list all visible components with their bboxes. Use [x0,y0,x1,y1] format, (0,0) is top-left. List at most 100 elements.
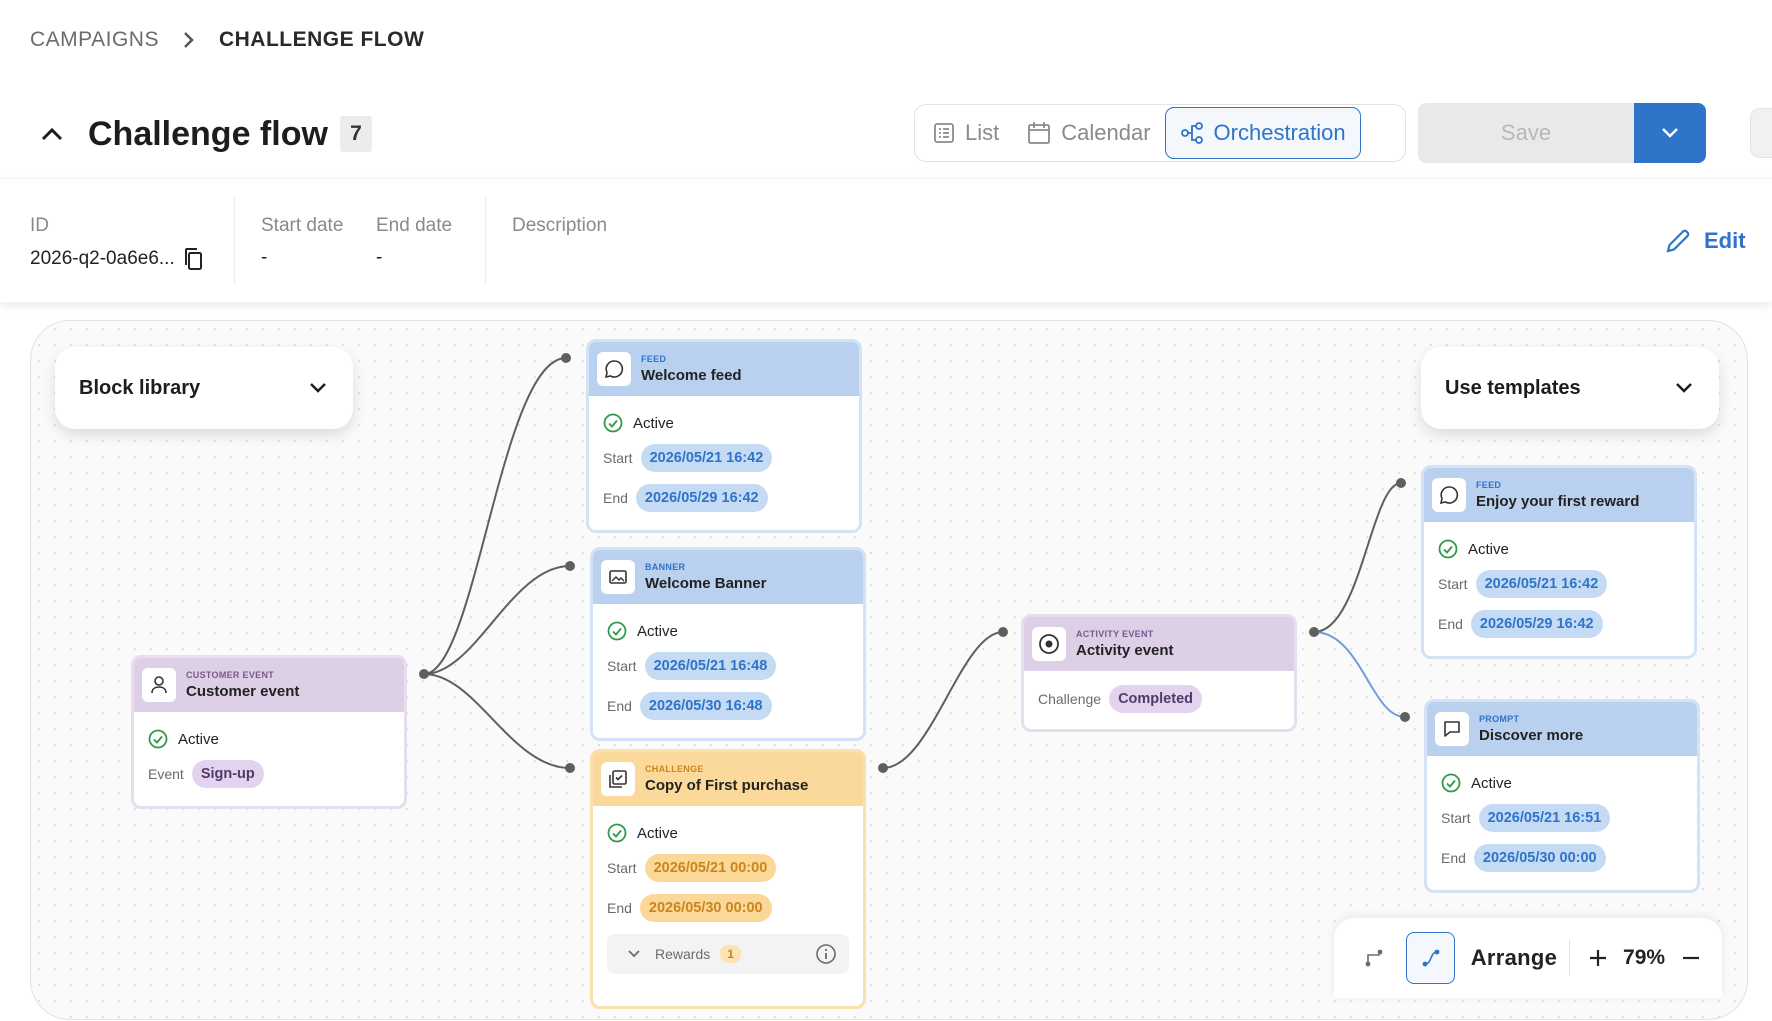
page-header: Challenge flow 7 [30,104,372,164]
copy-icon[interactable] [183,247,203,271]
canvas-toolbar: Arrange 79% [1334,918,1722,998]
edit-button-label: Edit [1704,228,1746,253]
node-type: BANNER [645,562,686,572]
image-icon [601,560,635,594]
block-library-label: Block library [79,376,201,399]
description-field: Description [512,215,607,237]
node-name: Customer event [186,683,300,700]
node-type: PROMPT [1479,714,1520,724]
end-date-pill: 2026/05/30 00:00 [1473,844,1606,872]
node-reward-feed[interactable]: FEED Enjoy your first reward Active Star… [1421,465,1697,659]
curved-connector-button[interactable] [1406,932,1455,984]
node-welcome-feed[interactable]: FEED Welcome feed Active Start 2026/05/21… [586,339,862,533]
save-button[interactable]: Save [1418,103,1634,163]
id-label: ID [30,215,49,236]
use-templates-dropdown[interactable]: Use templates [1421,347,1719,429]
tab-calendar[interactable]: Calendar [1013,107,1164,159]
divider [485,197,486,285]
chevron-down-icon [310,383,326,393]
end-label: End [1438,616,1463,632]
kv-label: Challenge [1038,691,1102,707]
start-label: Start [1441,810,1471,826]
end-date-value: - [376,247,383,268]
node-type: CHALLENGE [645,764,704,774]
end-date-pill: 2026/05/30 00:00 [639,894,772,922]
zoom-level: 79% [1623,946,1666,969]
node-activity-event[interactable]: ACTIVITY EVENT Activity event Challenge … [1021,614,1297,732]
tab-orchestration[interactable]: Orchestration [1164,107,1361,159]
breadcrumb-current: CHALLENGE FLOW [218,28,425,51]
calendar-icon [1028,122,1051,144]
info-icon[interactable] [815,943,837,965]
straight-connector-button[interactable] [1350,932,1398,984]
end-date-pill: 2026/05/30 16:48 [639,692,772,720]
breadcrumb-campaigns-link[interactable]: CAMPAIGNS [30,28,159,52]
pencil-icon [1666,229,1690,253]
chevron-up-icon [41,127,63,141]
view-switch: List Calendar Orchestration [914,104,1406,162]
breadcrumb: CAMPAIGNS CHALLENGE FLOW [30,28,424,52]
collapse-button[interactable] [30,112,74,156]
node-type: CUSTOMER EVENT [186,670,275,680]
check-circle-icon [1441,773,1461,793]
checklist-icon [601,762,635,796]
flow-canvas[interactable]: Block library Use templates CUSTOMER EVE… [30,320,1748,1020]
node-status: Active [178,730,219,748]
connector-challenge-to-activity [882,631,1004,769]
description-label: Description [512,215,608,236]
check-circle-icon [607,823,627,843]
zoom-in-button[interactable] [1582,932,1613,984]
start-date-pill: 2026/05/21 16:48 [644,652,777,680]
arrange-button[interactable]: Arrange [1471,945,1557,971]
save-options-button[interactable] [1634,103,1706,163]
minus-icon [1682,956,1699,960]
rewards-expander[interactable]: Rewards 1 [607,934,849,974]
count-badge: 7 [339,116,372,152]
connector-activity-to-prompt [1313,631,1406,718]
connector-customer-to-banner [423,565,571,675]
node-status: Active [1471,774,1512,792]
chevron-right-icon [183,31,195,49]
start-date-field: Start date - [261,215,343,269]
id-field: ID 2026-q2-0a6e6... [30,215,203,271]
node-welcome-banner[interactable]: BANNER Welcome Banner Active Start 2026/0… [590,547,866,741]
start-label: Start [607,658,637,674]
more-menu-button[interactable] [1750,108,1772,158]
event-pill: Sign-up [191,760,264,788]
end-label: End [607,698,632,714]
tab-list[interactable]: List [919,107,1013,159]
curved-connector-icon [1422,949,1439,967]
node-name: Welcome Banner [645,575,767,592]
zoom-out-button[interactable] [1675,932,1706,984]
node-status: Active [637,622,678,640]
node-name: Copy of First purchase [645,777,809,794]
node-status: Active [633,414,674,432]
node-challenge[interactable]: CHALLENGE Copy of First purchase Active … [590,749,866,1009]
rewards-label: Rewards [655,946,711,962]
edit-button[interactable]: Edit [1664,227,1746,255]
challenge-status-pill: Completed [1109,685,1202,713]
start-label: Start [1438,576,1468,592]
node-customer-event[interactable]: CUSTOMER EVENT Customer event Active Eve… [131,655,407,809]
campaign-info-bar: ID 2026-q2-0a6e6... Start date - End dat… [0,178,1772,302]
node-status: Active [637,824,678,842]
message-square-icon [1435,712,1469,746]
end-label: End [1441,850,1466,866]
check-circle-icon [148,729,168,749]
end-label: End [607,900,632,916]
end-label: End [603,490,628,506]
start-date-pill: 2026/05/21 16:42 [1475,570,1608,598]
straight-connector-icon [1365,949,1383,967]
save-button-label: Save [1500,120,1552,145]
node-type: FEED [641,354,667,364]
connector-customer-to-challenge [423,673,571,769]
start-date-pill: 2026/05/21 00:00 [644,854,777,882]
node-name: Enjoy your first reward [1476,493,1640,510]
connector-customer-to-feed [423,357,567,675]
block-library-dropdown[interactable]: Block library [55,347,353,429]
node-prompt[interactable]: PROMPT Discover more Active Start 2026/05… [1424,699,1700,893]
start-label: Start [607,860,637,876]
use-templates-label: Use templates [1445,376,1581,399]
check-circle-icon [1438,539,1458,559]
start-date-pill: 2026/05/21 16:51 [1478,804,1611,832]
